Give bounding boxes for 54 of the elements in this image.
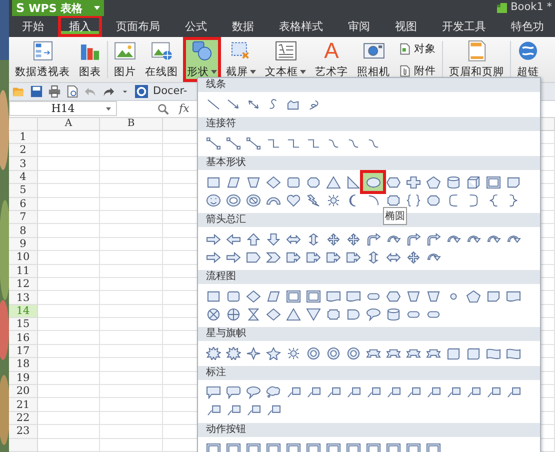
section-header: 基本形状 — [198, 156, 540, 170]
row-header[interactable]: 5 — [9, 184, 38, 198]
row-header[interactable]: 11 — [9, 264, 38, 278]
row-header[interactable]: 10 — [9, 251, 38, 265]
row-header[interactable]: 4 — [9, 170, 38, 184]
document-title: Book1 * — [510, 0, 552, 15]
row-header[interactable]: 1 — [9, 130, 38, 144]
ribbon-tab[interactable]: 视图 — [384, 15, 428, 38]
ribbon-tab[interactable]: 开始 — [11, 15, 55, 38]
row-header[interactable]: 19 — [9, 372, 38, 386]
object-button[interactable]: 对象 — [395, 40, 440, 57]
section-header: 标注 — [198, 366, 540, 380]
function-button[interactable]: fx — [179, 102, 190, 116]
app-logo: S — [16, 1, 25, 15]
row-header[interactable]: 21 — [9, 398, 38, 412]
art-text-icon: A — [324, 40, 339, 62]
row-header[interactable]: 2 — [9, 144, 38, 158]
tooltip: 椭圆 — [383, 207, 407, 225]
ribbon-tab[interactable]: 特色功 — [500, 15, 555, 38]
picture-button[interactable]: 图片 — [110, 37, 140, 82]
online-picture-button[interactable]: 在线图 — [141, 37, 182, 82]
row-header[interactable]: 3 — [9, 157, 38, 171]
pivot-button[interactable]: 数据透视表 — [11, 37, 74, 82]
name-box[interactable]: H14 — [9, 101, 117, 116]
docer-tab[interactable]: Docer- — [153, 85, 188, 98]
ribbon-tab[interactable]: 开发工具 — [431, 15, 497, 38]
column-header[interactable]: B — [100, 118, 163, 131]
chart-button[interactable]: 图表 — [75, 37, 105, 82]
row-header[interactable]: 23 — [9, 425, 38, 439]
ribbon-tab[interactable]: 公式 — [174, 15, 218, 38]
section-header: 星与旗帜 — [198, 327, 540, 341]
row-header[interactable]: 16 — [9, 331, 38, 345]
row-header[interactable]: 6 — [9, 198, 38, 211]
row-header[interactable]: 22 — [9, 412, 38, 426]
section-header: 线条 — [198, 78, 540, 92]
row-header[interactable]: 12 — [9, 278, 38, 292]
row-header[interactable]: 13 — [9, 291, 38, 305]
ribbon-tab[interactable]: 表格样式 — [268, 15, 334, 38]
section-header: 连接符 — [198, 117, 540, 131]
row-header[interactable]: 8 — [9, 224, 38, 238]
row-header[interactable]: 7 — [9, 210, 38, 224]
app-menu-button[interactable]: S WPS 表格 — [12, 0, 104, 16]
row-header[interactable]: 17 — [9, 344, 38, 358]
ribbon-tab[interactable]: 页面布局 — [105, 15, 171, 38]
section-header: 动作按钮 — [198, 423, 540, 437]
section-header: 流程图 — [198, 270, 540, 284]
row-header[interactable]: 20 — [9, 385, 38, 398]
ribbon-tab[interactable]: 插入 — [58, 15, 102, 38]
row-header[interactable]: 9 — [9, 238, 38, 252]
column-header[interactable]: A — [38, 118, 100, 131]
row-header[interactable]: 15 — [9, 318, 38, 332]
ribbon-tab[interactable]: 审阅 — [337, 15, 381, 38]
ribbon-tab[interactable]: 数据 — [221, 15, 265, 38]
row-header[interactable]: 18 — [9, 358, 38, 372]
